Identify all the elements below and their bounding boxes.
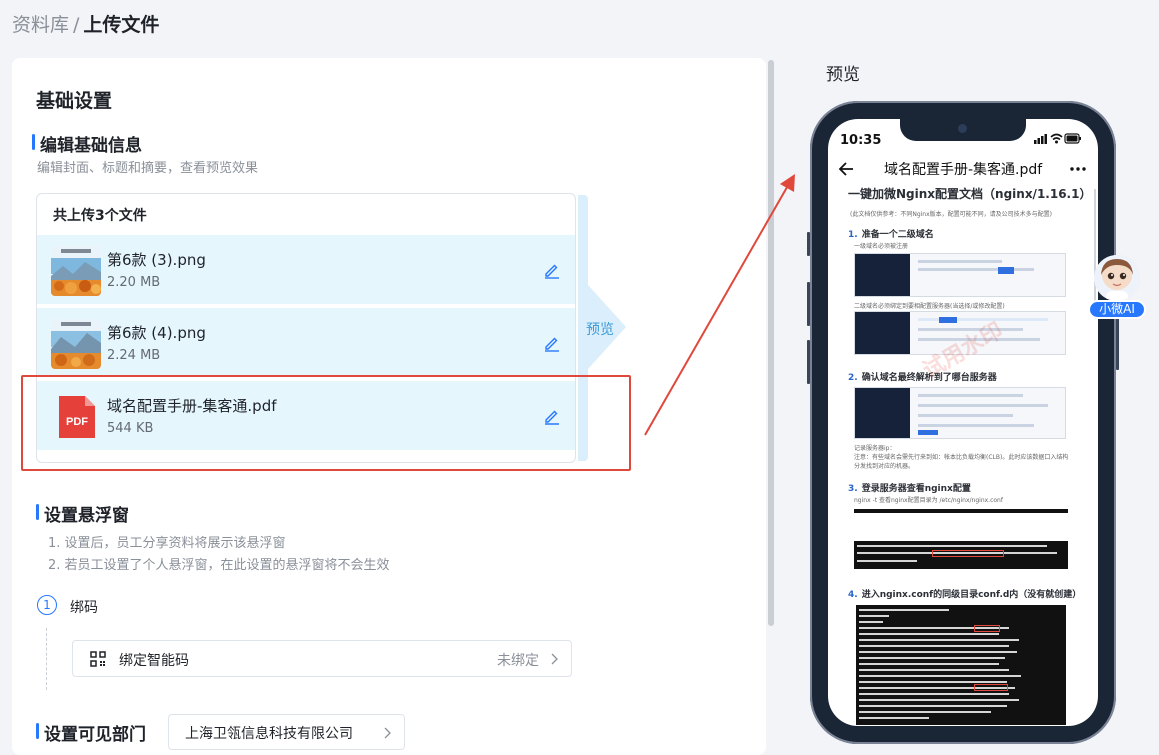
chevron-right-icon — [551, 653, 558, 665]
status-time: 10:35 — [840, 133, 882, 148]
doc-step: 1. 准备一个二级域名 — [848, 230, 934, 240]
dept-value: 上海卫瓴信息科技有限公司 — [185, 726, 353, 742]
doc-step: 2. 确认域名最终解析到了哪台服务器 — [848, 373, 997, 383]
landscape-image-icon — [51, 246, 101, 296]
breadcrumb-current: 上传文件 — [83, 14, 160, 36]
floating-note: 2. 若员工设置了个人悬浮窗，在此设置的悬浮窗将不会生效 — [48, 558, 390, 573]
floating-window-title: 设置悬浮窗 — [36, 501, 129, 526]
ai-avatar — [1094, 255, 1140, 301]
doc-text: 二级域名必须绑定到要相配置服务器(当选择/或修改配置) — [854, 303, 1005, 310]
doc-screenshot — [854, 387, 1066, 439]
doc-screenshot — [854, 253, 1066, 297]
file-name: 第6款 (4).png — [107, 324, 206, 342]
edit-icon[interactable] — [543, 334, 561, 352]
file-row[interactable]: 第6款 (3).png 2.20 MB — [37, 235, 575, 306]
edit-icon[interactable] — [543, 261, 561, 279]
doc-intro: (此文档仅供参考：不同Nginx版本，配置可能不同，请及公司技术多与配置) — [850, 211, 1053, 218]
more-icon[interactable] — [1070, 167, 1086, 171]
bind-smart-code-button[interactable]: 绑定智能码 未绑定 — [72, 640, 572, 677]
breadcrumb-parent[interactable]: 资料库 — [12, 14, 69, 36]
highlight-annotation — [21, 375, 631, 471]
phone-preview: 10:35 域名配置手册-集客通.pdf 一键加微Nginx配置文档（nginx… — [810, 101, 1116, 744]
preview-nav-title: 域名配置手册-集客通.pdf — [884, 162, 1043, 178]
edit-basic-title: 编辑基础信息 — [32, 131, 142, 156]
doc-step: 3. 登录服务器查看nginx配置 — [848, 484, 971, 494]
qr-code-icon — [90, 651, 106, 667]
chevron-right-icon — [384, 727, 391, 739]
doc-text: 记录服务器ip： — [854, 445, 896, 452]
landscape-image-icon — [51, 319, 101, 369]
edit-basic-desc: 编辑封面、标题和摘要，查看预览效果 — [37, 161, 259, 176]
bind-status: 未绑定 — [497, 653, 539, 669]
file-count-header: 共上传3个文件 — [53, 208, 147, 224]
signal-wifi-battery-icon — [1034, 133, 1081, 144]
step-label: 绑码 — [70, 600, 98, 616]
step-connector — [46, 628, 47, 690]
doc-terminal — [856, 605, 1066, 725]
doc-step: 4. 进入nginx.conf的同级目录conf.d内（没有就创建） — [848, 590, 1082, 600]
file-name: 第6款 (3).png — [107, 251, 206, 269]
file-size: 2.24 MB — [107, 348, 161, 363]
floating-note: 1. 设置后，员工分享资料将展示该悬浮窗 — [48, 536, 286, 551]
doc-heading: 一键加微Nginx配置文档（nginx/1.16.1） — [848, 187, 1092, 201]
file-row[interactable]: 第6款 (4).png 2.24 MB — [37, 308, 575, 379]
doc-text: 一级域名必须被注册 — [854, 243, 909, 250]
preview-tab[interactable]: 预览 — [586, 319, 614, 339]
doc-terminal — [854, 509, 1068, 513]
section-title-basic: 基础设置 — [36, 90, 113, 112]
dept-select-button[interactable]: 上海卫瓴信息科技有限公司 — [168, 714, 405, 750]
back-arrow-icon[interactable] — [838, 161, 854, 177]
ai-assistant-button[interactable]: 小微AI — [1088, 255, 1146, 321]
ai-assistant-label: 小微AI — [1088, 300, 1146, 319]
doc-text: 注意：有些域名会需先行来到如：帐本比负载均衡(CLB)。此时应该数据口入结构分发… — [854, 454, 1069, 470]
breadcrumb: 资料库 / 上传文件 — [12, 10, 159, 37]
step-number: 1 — [37, 595, 57, 615]
doc-text: nginx -t 查看nginx配置目录为 /etc/nginx/nginx.c… — [854, 497, 1003, 504]
doc-terminal — [854, 541, 1068, 569]
phone-notch — [900, 119, 1026, 141]
preview-title: 预览 — [826, 65, 860, 85]
pdf-document-preview[interactable]: 一键加微Nginx配置文档（nginx/1.16.1） (此文档仅供参考：不同N… — [828, 183, 1098, 726]
phone-screen: 10:35 域名配置手册-集客通.pdf 一键加微Nginx配置文档（nginx… — [828, 119, 1098, 726]
bind-smart-code-label: 绑定智能码 — [119, 653, 189, 669]
visible-dept-title: 设置可见部门 — [36, 720, 146, 745]
file-size: 2.20 MB — [107, 275, 161, 290]
breadcrumb-separator: / — [73, 14, 80, 36]
camera-icon — [958, 124, 967, 133]
annotation-arrow — [644, 174, 795, 436]
